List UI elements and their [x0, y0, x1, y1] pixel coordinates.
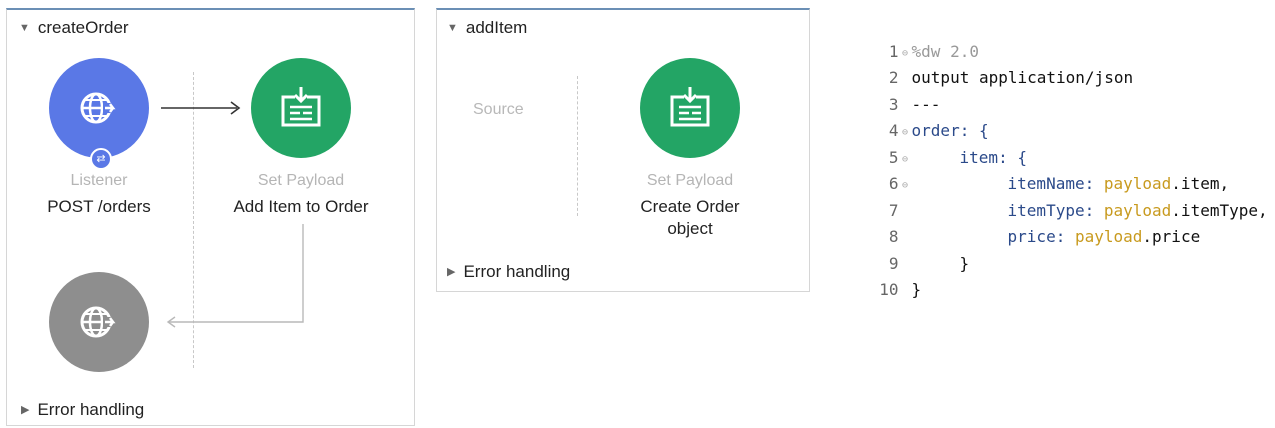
code-line: 8 price: payload.price	[888, 227, 1201, 246]
code-line: 2 output application/json	[888, 68, 1134, 87]
code-line: 7 itemType: payload.itemType,	[888, 200, 1268, 220]
set-payload-type-label: Set Payload	[646, 172, 734, 189]
flow-createOrder: ▼ createOrder ⇄ Listener POST /orders Se…	[6, 8, 415, 426]
error-handling-toggle[interactable]: ▶ Error handling	[447, 262, 570, 282]
code-line: 5 ⊖ item: {	[840, 118, 1268, 167]
listener-type-label: Listener	[70, 172, 128, 189]
collapse-triangle-icon[interactable]: ▼	[447, 22, 458, 34]
code-line: 4 ⊖ order: {	[840, 92, 1268, 140]
flow-arrow	[161, 101, 241, 115]
exchange-pattern-icon: ⇄	[90, 148, 112, 170]
set-payload-icon	[670, 87, 710, 127]
response-return-line	[166, 224, 304, 328]
dataweave-editor[interactable]: 1 ⊖ %dw 2.0 2 output application/json 3 --…	[840, 12, 1268, 300]
code-line: 9 }	[888, 253, 970, 273]
error-handling-toggle[interactable]: ▶ Error handling	[21, 400, 144, 420]
flow-title[interactable]: ▼ addItem	[447, 18, 527, 38]
set-payload-name-label: Add Item to Order	[233, 197, 369, 216]
expand-triangle-icon[interactable]: ▶	[21, 403, 29, 416]
set-payload-icon	[281, 87, 321, 127]
globe-arrow-icon	[80, 306, 117, 338]
set-payload-name-label: Create Order object	[640, 197, 740, 238]
listener-component[interactable]	[49, 58, 149, 158]
code-line: 3 ---	[888, 94, 941, 114]
response-component[interactable]	[49, 272, 149, 372]
set-payload-component[interactable]	[251, 58, 351, 158]
source-placeholder[interactable]: Source	[473, 101, 524, 119]
expand-triangle-icon[interactable]: ▶	[447, 265, 455, 278]
set-payload-component[interactable]	[640, 58, 740, 158]
set-payload-type-label: Set Payload	[257, 172, 345, 189]
code-line: 6 ⊖ itemName: payload.item,	[840, 145, 1268, 193]
code-line: 10 }	[879, 280, 922, 299]
flow-title[interactable]: ▼ createOrder	[19, 18, 129, 38]
collapse-triangle-icon[interactable]: ▼	[19, 22, 30, 34]
globe-arrow-icon	[80, 92, 117, 124]
code-line: 1 ⊖ %dw 2.0	[840, 12, 1268, 61]
listener-name-label: POST /orders	[47, 197, 151, 216]
flow-addItem: ▼ addItem Source Set Payload Create Order…	[436, 8, 810, 292]
source-divider	[577, 76, 578, 216]
